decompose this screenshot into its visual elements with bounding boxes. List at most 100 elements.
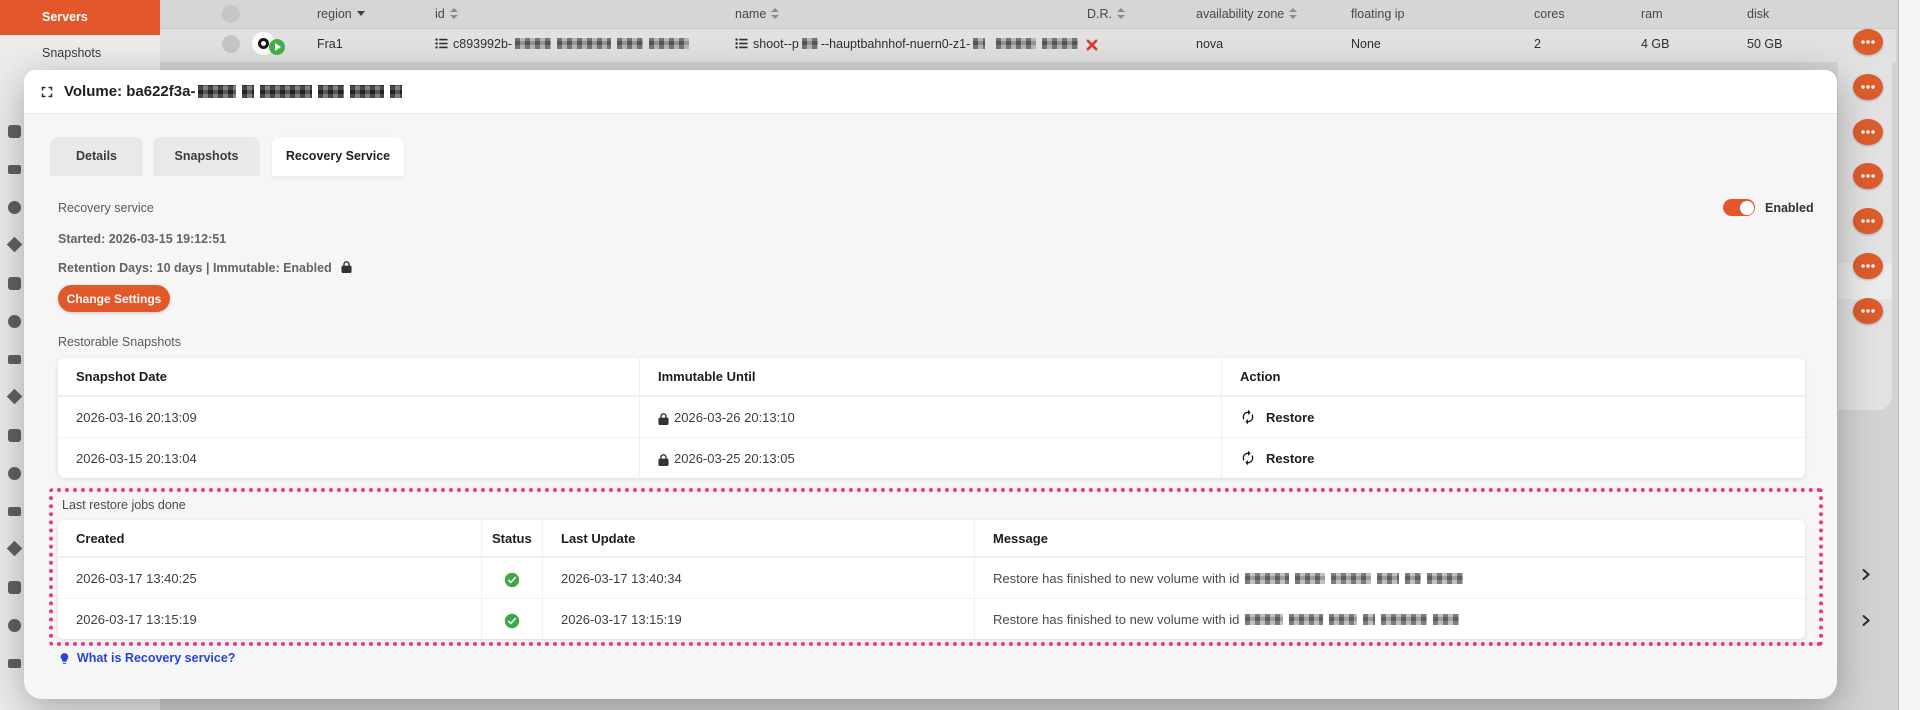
cell-name: shoot--p--hauptbahnhof-nuern0-z1- (735, 37, 1081, 51)
column-header-id[interactable]: id (435, 7, 458, 21)
cell-cores: 2 (1534, 37, 1541, 51)
row-actions-menu-button[interactable] (1853, 29, 1883, 55)
sidebar-nav-icon[interactable] (8, 315, 21, 328)
lock-icon (658, 454, 669, 467)
sidebar-nav-icon[interactable] (7, 541, 23, 557)
row-actions-menu-button[interactable] (1853, 163, 1883, 189)
redacted-block (198, 85, 236, 98)
cell-region: Fra1 (317, 37, 343, 51)
row-actions-menu-button[interactable] (1853, 208, 1883, 234)
redacted-block (1329, 614, 1357, 625)
cell-action: Restore (1222, 438, 1805, 478)
redacted-block (242, 85, 254, 98)
row-actions-menu-button[interactable] (1853, 119, 1883, 145)
row-checkbox[interactable] (222, 35, 240, 53)
what-is-recovery-service-link[interactable]: What is Recovery service? (58, 651, 235, 665)
row-actions-menu-button[interactable] (1853, 74, 1883, 100)
sidebar-nav-icon[interactable] (8, 277, 21, 290)
sidebar-nav-icon[interactable] (8, 355, 21, 364)
expand-icon[interactable] (38, 83, 56, 106)
tab-details[interactable]: Details (50, 137, 143, 176)
sidebar-item-servers[interactable]: Servers (0, 0, 160, 35)
sort-icon (1117, 8, 1125, 19)
redacted-block (1331, 573, 1371, 584)
cell-snapshot-date: 2026-03-16 20:13:09 (58, 397, 640, 437)
background-table-panel (1838, 58, 1892, 410)
tab-snapshots[interactable]: Snapshots (153, 137, 260, 176)
redacted-block (649, 38, 689, 49)
column-header-name[interactable]: name (735, 7, 779, 21)
sidebar-nav-icon[interactable] (7, 389, 23, 405)
cell-created: 2026-03-17 13:40:25 (58, 558, 482, 598)
redacted-block (617, 38, 643, 49)
tab-recovery-service[interactable]: Recovery Service (272, 137, 404, 176)
sidebar-nav-icon[interactable] (8, 201, 21, 214)
recovery-started-text: Started: 2026-03-15 19:12:51 (58, 232, 226, 246)
sidebar-nav-icon[interactable] (8, 467, 21, 480)
table-row: 2026-03-15 20:13:04 2026-03-25 20:13:05 … (58, 437, 1805, 478)
column-header-cores: cores (1534, 7, 1565, 21)
sidebar-nav-icon[interactable] (8, 659, 21, 668)
recovery-service-toggle[interactable] (1723, 199, 1755, 216)
sidebar-nav-icon[interactable] (8, 429, 21, 442)
toggle-label: Enabled (1765, 201, 1814, 215)
sort-desc-icon (357, 11, 365, 16)
sidebar-nav-icon[interactable] (8, 619, 21, 632)
column-header-ram: ram (1641, 7, 1663, 21)
cell-immutable-until: 2026-03-25 20:13:05 (640, 438, 1222, 478)
row-actions-menu-button[interactable] (1853, 253, 1883, 279)
sort-icon (1289, 8, 1297, 19)
dr-failed-icon (1086, 38, 1098, 56)
redacted-block (1295, 573, 1325, 584)
column-header-disk: disk (1747, 7, 1769, 21)
volume-dialog: Volume: ba622f3a- Details Snapshots Reco… (24, 70, 1837, 699)
sort-icon (450, 8, 458, 19)
sidebar-nav-icon[interactable] (8, 125, 21, 138)
success-check-icon (504, 613, 520, 632)
redacted-block (557, 38, 611, 49)
redacted-block (318, 85, 344, 98)
cell-message: Restore has finished to new volume with … (975, 558, 1805, 598)
redacted-block (1363, 614, 1375, 625)
column-header-status: Status (482, 520, 543, 556)
redacted-block (350, 85, 384, 98)
sidebar-nav-icon[interactable] (8, 507, 21, 516)
column-header-last-update: Last Update (543, 520, 975, 556)
column-header-immutable-until: Immutable Until (640, 358, 1222, 395)
chevron-right-icon[interactable] (1858, 567, 1873, 582)
redacted-block (260, 85, 312, 98)
table-row: 2026-03-16 20:13:09 2026-03-26 20:13:10 … (58, 396, 1805, 437)
restore-icon (1240, 409, 1256, 425)
sidebar-nav-icon[interactable] (7, 237, 23, 253)
column-header-message: Message (975, 520, 1805, 556)
cell-status (482, 599, 543, 639)
recovery-retention-text: Retention Days: 10 days | Immutable: Ena… (58, 261, 352, 275)
select-all-checkbox[interactable] (222, 5, 240, 23)
column-header-created: Created (58, 520, 482, 556)
restore-button[interactable]: Restore (1240, 450, 1314, 466)
cell-ram: 4 GB (1641, 37, 1670, 51)
sidebar-nav-icon[interactable] (8, 165, 21, 174)
lightbulb-icon (58, 652, 71, 665)
column-header-availability-zone[interactable]: availability zone (1196, 7, 1297, 21)
sidebar-nav-icon[interactable] (8, 581, 21, 594)
row-actions-menu-button[interactable] (1853, 298, 1883, 324)
column-header-action: Action (1222, 358, 1805, 395)
restorable-snapshots-table: Snapshot Date Immutable Until Action 202… (58, 358, 1805, 478)
redacted-block (802, 38, 818, 49)
dialog-title-bar: Volume: ba622f3a- (24, 70, 1837, 114)
restore-button[interactable]: Restore (1240, 409, 1314, 425)
lock-icon (658, 413, 669, 426)
list-icon (735, 37, 748, 50)
column-header-region[interactable]: region (317, 7, 365, 21)
change-settings-button[interactable]: Change Settings (58, 285, 170, 312)
chevron-right-icon[interactable] (1858, 613, 1873, 628)
column-header-snapshot-date: Snapshot Date (58, 358, 640, 395)
redacted-block (1381, 614, 1427, 625)
scrollbar[interactable] (1898, 0, 1920, 710)
cell-disk: 50 GB (1747, 37, 1782, 51)
redacted-block (1289, 614, 1323, 625)
sidebar-item-snapshots[interactable]: Snapshots (0, 38, 160, 68)
table-row: 2026-03-17 13:15:19 2026-03-17 13:15:19 … (58, 598, 1805, 639)
column-header-dr[interactable]: D.R. (1087, 7, 1125, 21)
